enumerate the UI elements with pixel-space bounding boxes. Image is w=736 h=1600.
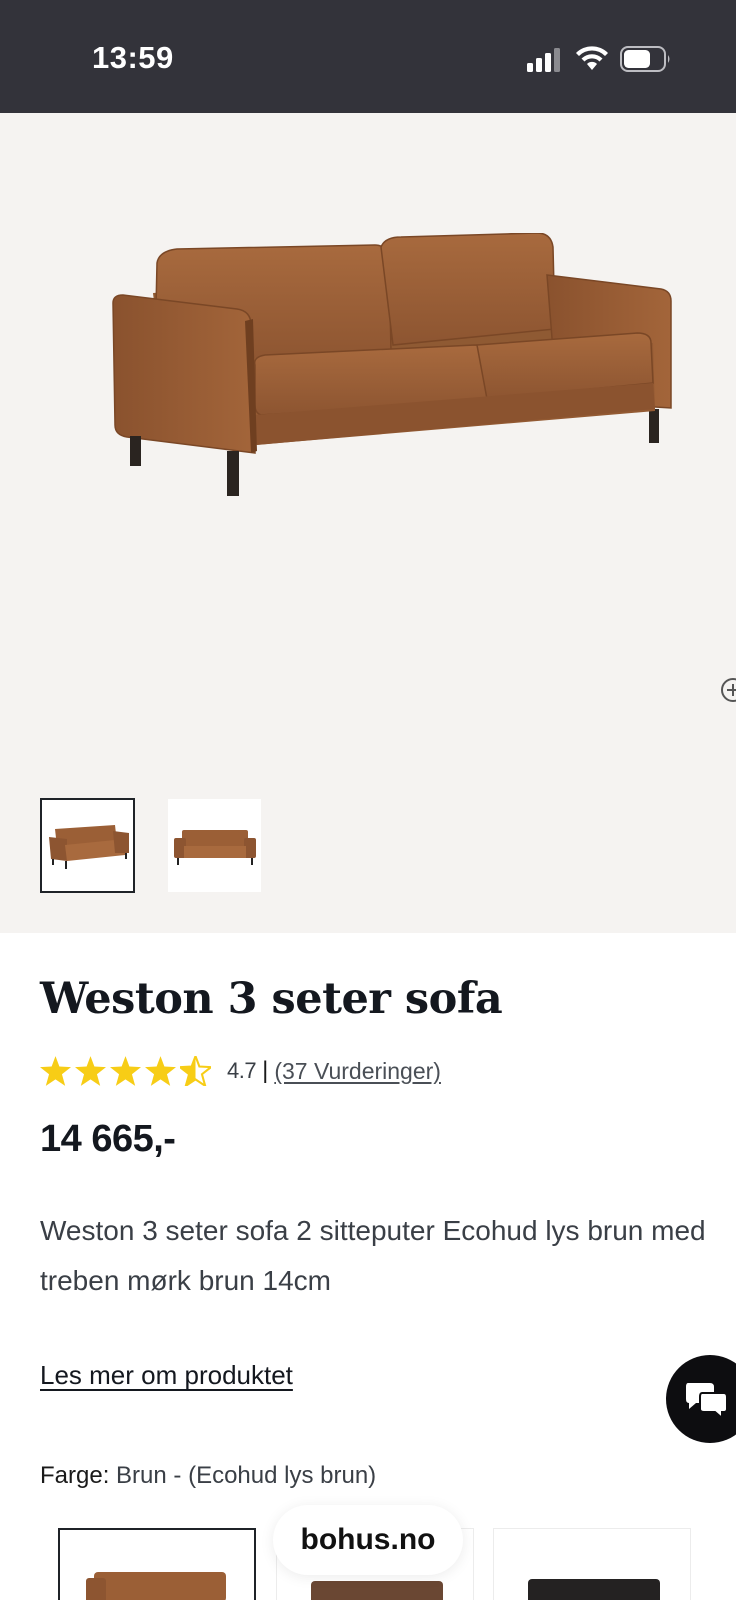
chat-button[interactable] <box>666 1355 736 1443</box>
sofa-thumbnail-angle[interactable] <box>40 798 135 893</box>
color-option-brun[interactable] <box>58 1528 256 1600</box>
star-full-icon <box>110 1056 141 1086</box>
status-time: 13:59 <box>92 40 174 75</box>
sofa-thumbnail-front[interactable] <box>168 799 261 892</box>
product-description: Weston 3 seter sofa 2 sitteputer Ecohud … <box>40 1215 706 1296</box>
star-half-icon <box>180 1056 211 1086</box>
color-option-black[interactable] <box>493 1528 691 1600</box>
status-bar: 13:59 <box>0 0 736 113</box>
read-more-link[interactable]: Les mer om produktet <box>40 1360 293 1391</box>
browser-url-bar[interactable]: bohus.no <box>273 1505 463 1575</box>
wifi-icon <box>576 46 608 70</box>
product-title: Weston 3 seter sofa <box>40 974 503 1024</box>
product-price: 14 665,- <box>40 1118 176 1160</box>
url-text: bohus.no <box>300 1523 436 1556</box>
rating-stars <box>40 1056 211 1086</box>
star-full-icon <box>40 1056 71 1086</box>
color-value: Brun - (Ecohud lys brun) <box>116 1462 377 1489</box>
star-full-icon <box>75 1056 106 1086</box>
sofa-image[interactable] <box>105 233 695 533</box>
rating-row: 4.7 | (37 Vurderinger) <box>40 1054 441 1088</box>
color-selector-label: Farge: Brun - (Ecohud lys brun) <box>40 1462 376 1490</box>
reviews-link[interactable]: (37 Vurderinger) <box>274 1058 441 1085</box>
star-full-icon <box>145 1056 176 1086</box>
rating-separator: | <box>262 1057 269 1084</box>
battery-icon <box>620 46 670 72</box>
product-gallery <box>0 113 736 933</box>
signal-icon <box>527 48 560 72</box>
color-label: Farge: <box>40 1462 110 1489</box>
chat-bubbles-icon <box>686 1383 728 1419</box>
rating-value: 4.7 <box>227 1058 257 1083</box>
zoom-icon[interactable] <box>719 676 736 704</box>
